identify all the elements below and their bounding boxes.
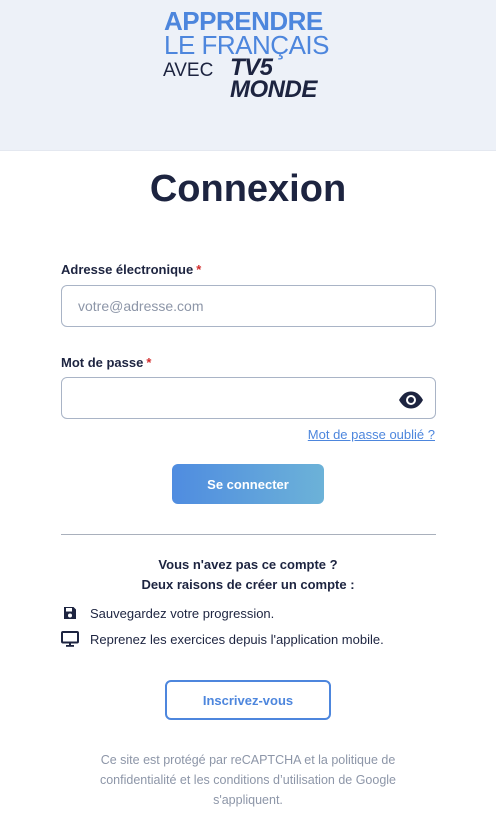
password-label-text: Mot de passe [61,355,144,370]
reason-text: Sauvegardez votre progression. [90,605,275,621]
site-logo[interactable]: APPRENDRE LE FRANÇAIS AVEC TV5 MONDE [160,2,340,107]
monitor-icon [61,630,79,648]
logo-brand-bottom: MONDE [230,76,317,103]
signup-question: Vous n'avez pas ce compte ? [158,557,338,572]
reason-item-mobile-app: Reprenez les exercices depuis l'applicat… [61,629,384,649]
email-label: Adresse électronique * [61,262,201,277]
forgot-password-link[interactable]: Mot de passe oublié ? [308,427,435,442]
password-field[interactable] [61,377,436,419]
header-banner: APPRENDRE LE FRANÇAIS AVEC TV5 MONDE [0,0,496,151]
login-button[interactable]: Se connecter [172,464,324,504]
divider [61,534,436,535]
email-required-marker: * [196,262,202,277]
floppy-disk-icon [61,604,79,622]
reason-text: Reprenez les exercices depuis l'applicat… [90,631,384,647]
recaptcha-notice: Ce site est protégé par reCAPTCHA et la … [99,753,397,807]
page-title: Connexion [149,168,347,210]
email-field[interactable] [61,285,436,327]
signup-reasons-heading: Deux raisons de créer un compte : [141,577,355,592]
email-label-text: Adresse électronique [61,262,194,277]
password-required-marker: * [146,355,152,370]
reason-item-save-progress: Sauvegardez votre progression. [61,603,274,623]
logo-avec: AVEC [163,60,214,81]
signup-button[interactable]: Inscrivez-vous [165,680,331,720]
password-label: Mot de passe * [61,355,151,370]
show-password-eye-icon[interactable] [398,390,424,410]
